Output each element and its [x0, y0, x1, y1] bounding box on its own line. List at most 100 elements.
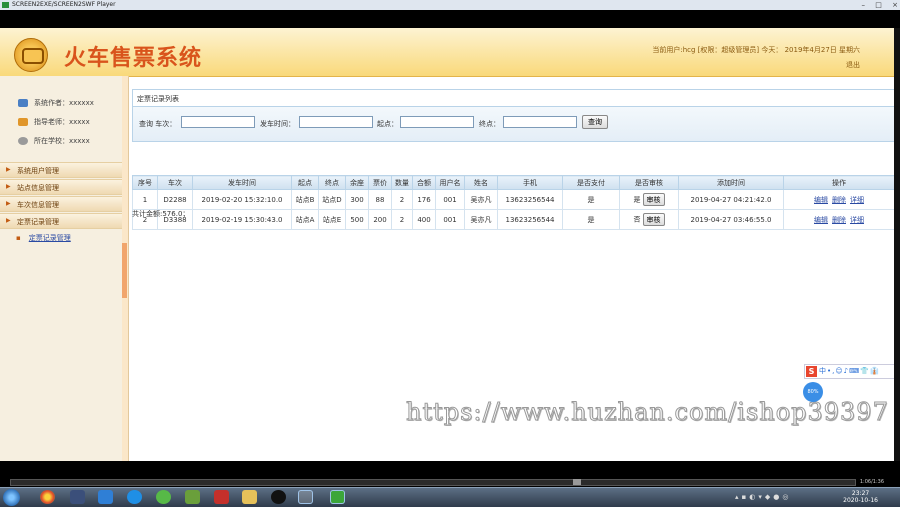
detail-link[interactable]: 详细	[850, 196, 864, 204]
user-info: 当前用户:hcg [权限：超级管理员] 今天： 2019年4月27日 星期六	[652, 46, 860, 54]
cell-paid: 是	[562, 209, 620, 230]
start-search-label: 起点：	[377, 120, 398, 128]
menu-booking-management[interactable]: ▶ 定票记录管理	[0, 213, 122, 229]
minimize-button[interactable]: –	[862, 1, 866, 9]
delete-link[interactable]: 删除	[832, 216, 846, 224]
folder-icon[interactable]	[242, 490, 257, 504]
qq-icon[interactable]	[271, 490, 286, 504]
time-search-label: 发车时间：	[260, 120, 295, 128]
ime-tools[interactable]: 中•,☺♪⌨👕👔	[819, 366, 880, 376]
author-label: 系统作者：xxxxxx	[34, 99, 94, 107]
delete-link[interactable]: 删除	[832, 196, 846, 204]
cell-qty: 2	[391, 189, 413, 210]
clock-time: 23:27	[851, 490, 870, 497]
cell-phone: 13623256544	[497, 209, 563, 230]
cell-added: 2019-04-27 04:21:42.0	[678, 189, 784, 210]
sidebar: 系统作者：xxxxxx 指导老师：xxxxx 所在学校：xxxxx ▶ 系统用户…	[0, 76, 123, 461]
search-bar: 查询 车次： 发车时间： 起点： 终点： 查询	[132, 106, 895, 142]
browser-icon[interactable]	[127, 490, 142, 504]
end-search-input[interactable]	[503, 116, 577, 128]
col-phone: 手机	[497, 175, 563, 190]
panel-header: 定票记录列表	[132, 89, 895, 107]
logout-link[interactable]: 退出	[846, 60, 860, 70]
app-viewport: 火车售票系统 当前用户:hcg [权限：超级管理员] 今天： 2019年4月27…	[0, 28, 896, 461]
chrome-icon[interactable]	[40, 490, 55, 504]
cell-paid: 是	[562, 189, 620, 210]
col-total: 合额	[412, 175, 436, 190]
end-search-label: 终点：	[479, 120, 500, 128]
cell-start: 站点A	[291, 209, 319, 230]
window-controls: – □ ×	[854, 1, 898, 9]
menu-label: 定票记录管理	[17, 218, 59, 226]
train-search-input[interactable]	[181, 116, 255, 128]
col-train: 车次	[157, 175, 193, 190]
cell-end: 站点E	[318, 209, 346, 230]
teacher-info: 指导老师：xxxxx	[18, 117, 90, 127]
time-search-input[interactable]	[299, 116, 373, 128]
cell-depart: 2019-02-20 15:32:10.0	[192, 189, 292, 210]
cell-seats: 500	[345, 209, 369, 230]
cell-ops: 编辑 删除 详细	[783, 209, 895, 230]
playback-knob[interactable]	[573, 479, 581, 485]
taskbar-clock[interactable]: 23:27 2020-10-16	[843, 490, 878, 504]
chevron-right-icon: ▶	[6, 166, 11, 173]
teacher-icon	[18, 118, 28, 126]
sogou-ime-icon[interactable]: S	[806, 366, 817, 377]
cell-seats: 300	[345, 189, 369, 210]
submenu-booking-records[interactable]: ▪ 定票记录管理	[16, 233, 71, 243]
author-icon	[18, 99, 28, 107]
maximize-button[interactable]: □	[875, 1, 882, 9]
menu-label: 站点信息管理	[17, 184, 59, 192]
col-start: 起点	[291, 175, 319, 190]
recorder-icon[interactable]	[298, 490, 313, 504]
speed-bubble[interactable]: 80%	[803, 382, 823, 402]
cell-train: D2288	[157, 189, 193, 210]
start-button[interactable]	[3, 489, 20, 506]
network-icon[interactable]	[98, 490, 113, 504]
flash-icon[interactable]	[214, 490, 229, 504]
playback-progress-bar[interactable]	[10, 479, 856, 486]
menu-user-management[interactable]: ▶ 系统用户管理	[0, 162, 122, 178]
system-tray[interactable]: ▴▪◐▾◆●◎	[735, 493, 791, 501]
audit-status: 是	[633, 195, 641, 204]
ime-toolbar[interactable]: S 中•,☺♪⌨👕👔	[804, 364, 898, 379]
close-button[interactable]: ×	[892, 1, 898, 9]
watermark-text: https://www.huzhan.com/ishop39397	[406, 398, 889, 427]
app-header: 火车售票系统 当前用户:hcg [权限：超级管理员] 今天： 2019年4月27…	[0, 28, 896, 77]
cell-price: 200	[368, 209, 392, 230]
submenu-label[interactable]: 定票记录管理	[29, 234, 71, 242]
search-button[interactable]: 查询	[582, 115, 608, 129]
360-icon[interactable]	[156, 490, 171, 504]
cell-name: 吴亦凡	[464, 189, 498, 210]
chevron-down-icon: ▶	[6, 217, 11, 224]
edit-link[interactable]: 编辑	[814, 196, 828, 204]
player-taskbar-icon[interactable]	[330, 490, 345, 504]
cell-phone: 13623256544	[497, 189, 563, 210]
train-search-label: 查询 车次：	[139, 120, 177, 128]
detail-link[interactable]: 详细	[850, 216, 864, 224]
bullet-icon: ▪	[16, 234, 21, 242]
menu-label: 车次信息管理	[17, 201, 59, 209]
col-seats: 余座	[345, 175, 369, 190]
school-label: 所在学校：xxxxx	[34, 137, 90, 145]
ide-icon[interactable]	[185, 490, 200, 504]
window-title: SCREEN2EXE/SCREEN2SWF Player	[12, 1, 116, 8]
sidebar-toggle-handle[interactable]	[122, 243, 127, 298]
cell-audited: 否审核	[619, 209, 679, 230]
start-search-input[interactable]	[400, 116, 474, 128]
cell-depart: 2019-02-19 15:30:43.0	[192, 209, 292, 230]
menu-station-management[interactable]: ▶ 站点信息管理	[0, 179, 122, 195]
audit-button[interactable]: 审核	[642, 193, 665, 206]
app-title: 火车售票系统	[64, 45, 203, 71]
windows-taskbar: ▴▪◐▾◆●◎ 23:27 2020-10-16	[0, 487, 900, 507]
cell-user: 001	[435, 189, 465, 210]
cell-name: 吴亦凡	[464, 209, 498, 230]
audit-button[interactable]: 审核	[642, 213, 665, 226]
table-row: 1 D2288 2019-02-20 15:32:10.0 站点B 站点D 30…	[132, 189, 895, 210]
cell-no: 1	[132, 189, 158, 210]
teacher-label: 指导老师：xxxxx	[34, 118, 90, 126]
menu-train-management[interactable]: ▶ 车次信息管理	[0, 196, 122, 212]
cell-added: 2019-04-27 03:46:55.0	[678, 209, 784, 230]
edit-link[interactable]: 编辑	[814, 216, 828, 224]
terminal-icon[interactable]	[70, 490, 85, 504]
